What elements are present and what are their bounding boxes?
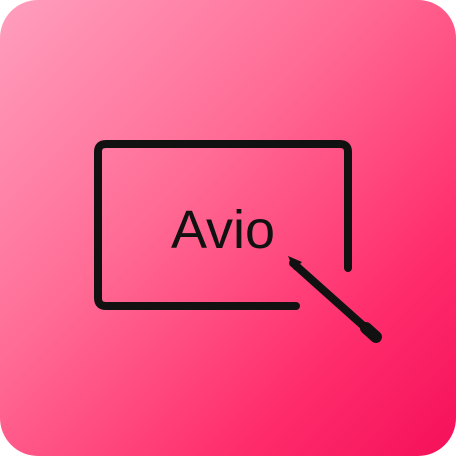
pen-icon bbox=[288, 256, 382, 343]
app-icon[interactable]: Avio bbox=[0, 0, 456, 456]
logo-text: Avio bbox=[171, 200, 275, 260]
icon-artwork: Avio bbox=[94, 140, 382, 343]
